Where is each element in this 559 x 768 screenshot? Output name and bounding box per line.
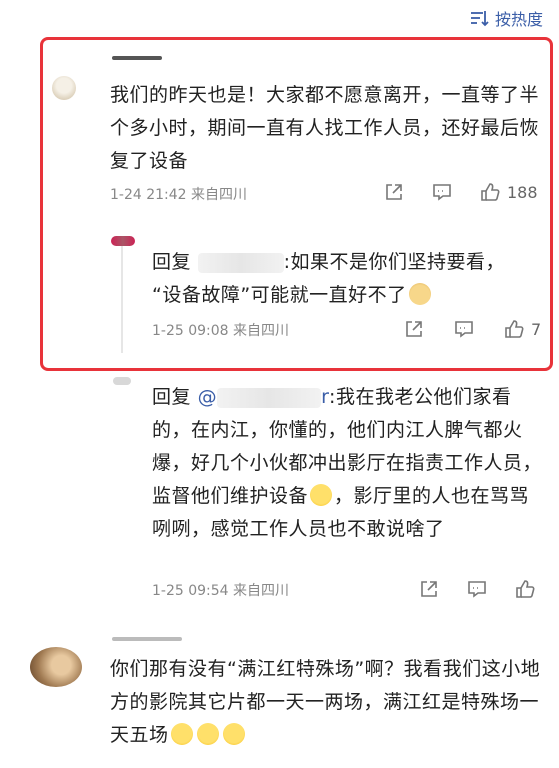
share-icon (386, 184, 402, 200)
reply-text: 回复 :如果不是你们坚持要看， “设备故障”可能就一直好不了 (152, 246, 542, 312)
comment-button[interactable] (466, 578, 488, 600)
reply-meta: 1-25 09:54 来自四川 (152, 583, 290, 599)
crying-laughing-emoji-icon (170, 723, 193, 745)
reply-line-2: “设备故障”可能就一直好不了 (152, 284, 407, 306)
comment-button[interactable] (431, 181, 453, 203)
thumbs-up-icon (481, 183, 500, 201)
thumbs-up-icon (516, 580, 535, 598)
share-button[interactable] (403, 318, 425, 340)
share-button[interactable] (383, 181, 405, 203)
reply-suffix: :如果不是你们坚持要看， (283, 251, 505, 273)
comment-actions: 188 (383, 181, 538, 203)
comment-button[interactable] (453, 318, 475, 340)
crying-laughing-emoji-icon (310, 484, 333, 506)
reply-meta: 1-25 09:08 来自四川 (152, 323, 290, 339)
avatar[interactable] (111, 236, 135, 246)
comment-text: 我们的昨天也是！大家都不愿意离开，一直等了半个多小时，期间一直有人找工作人员，还… (110, 84, 540, 172)
username-placeholder[interactable] (112, 56, 162, 60)
mention-user[interactable] (197, 252, 284, 273)
comment-icon (455, 321, 473, 338)
avatar[interactable] (52, 76, 76, 100)
comment-icon (468, 581, 486, 598)
doge-emoji-icon (408, 283, 431, 305)
reply-actions: 7 (403, 318, 541, 340)
mention-user[interactable]: @ r (198, 386, 329, 408)
share-icon (406, 321, 422, 337)
reply-text: 回复 @ r:我在我老公他们家看的，在内江，你懂的，他们内江人脾气都火爆，好几个小… (152, 381, 542, 546)
comment-icon (433, 184, 451, 201)
like-button[interactable]: 7 (503, 318, 541, 340)
avatar[interactable] (113, 377, 131, 385)
thread-line (121, 245, 123, 353)
reply-prefix: 回复 (152, 386, 192, 408)
username-placeholder[interactable] (112, 637, 182, 641)
like-count: 7 (531, 319, 542, 339)
share-button[interactable] (418, 578, 440, 600)
thumbs-up-icon (505, 320, 524, 338)
crying-laughing-emoji-icon (196, 723, 219, 745)
reply-actions (418, 578, 536, 600)
like-count: 188 (507, 182, 538, 202)
sort-icon (470, 11, 489, 27)
reply-prefix: 回复 (152, 251, 192, 273)
share-icon (421, 581, 437, 597)
comment-meta: 1-24 21:42 来自四川 (110, 187, 248, 203)
like-button[interactable] (514, 578, 536, 600)
like-button[interactable]: 188 (479, 181, 538, 203)
comment-text: 你们那有没有“满江红特殊场”啊？我看我们这小地方的影院其它片都一天一两场，满江红… (110, 658, 541, 746)
crying-laughing-emoji-icon (222, 723, 245, 745)
sort-by-heat-button[interactable]: 按热度 (469, 6, 543, 30)
avatar[interactable] (30, 647, 82, 687)
sort-label: 按热度 (494, 10, 543, 29)
